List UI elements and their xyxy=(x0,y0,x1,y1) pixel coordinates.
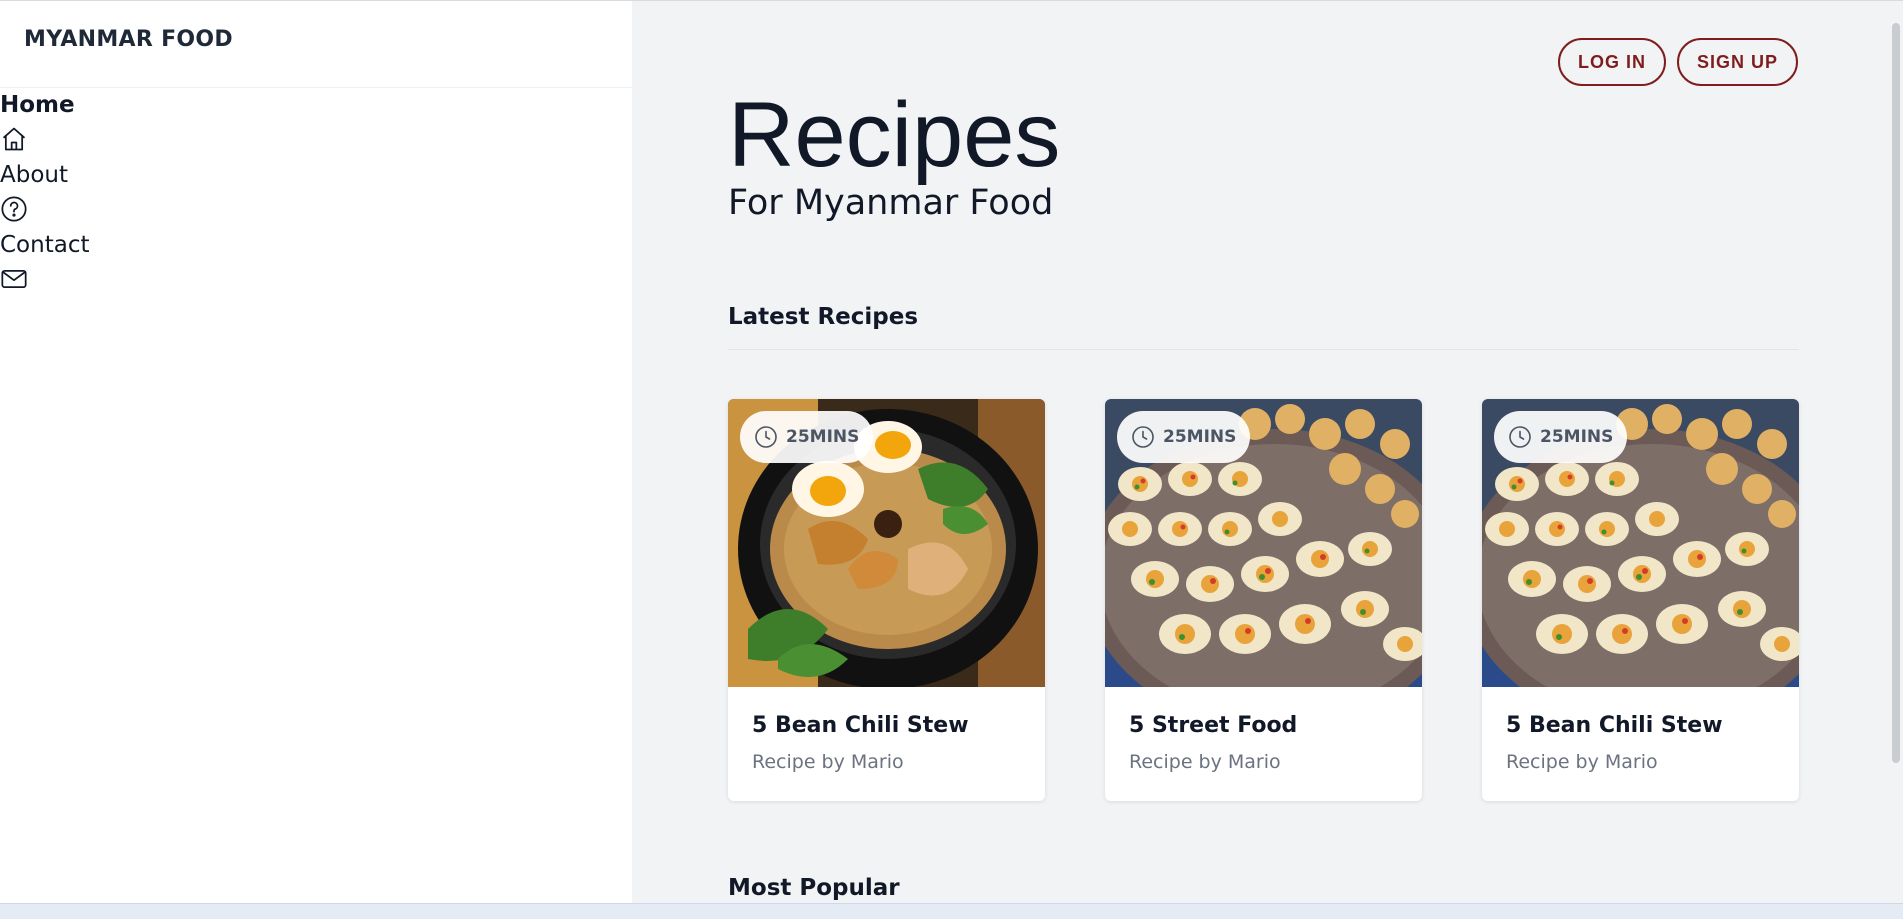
help-circle-icon xyxy=(0,195,30,229)
sidebar-item-label: Contact xyxy=(0,232,90,258)
recipe-title[interactable]: 5 Bean Chili Stew xyxy=(752,713,969,738)
most-popular-heading: Most Popular xyxy=(728,875,900,901)
recipe-image-street-food[interactable]: 25MINS xyxy=(1105,399,1422,687)
sidebar-divider xyxy=(0,87,632,88)
sidebar-item-contact[interactable]: Contact xyxy=(0,229,89,299)
clock-icon xyxy=(1131,425,1155,449)
page: MYANMAR FOOD Home About Contact LOG IN S… xyxy=(0,0,1903,919)
cook-time-badge: 25MINS xyxy=(740,411,874,463)
signup-button[interactable]: SIGN UP xyxy=(1677,38,1798,86)
cook-time-badge: 25MINS xyxy=(1494,411,1628,463)
latest-recipes-heading: Latest Recipes xyxy=(728,304,919,330)
recipe-author: Recipe by Mario xyxy=(1129,751,1281,773)
sidebar: MYANMAR FOOD Home About Contact xyxy=(0,1,632,903)
sidebar-item-home[interactable]: Home xyxy=(0,89,89,159)
login-button[interactable]: LOG IN xyxy=(1558,38,1666,86)
home-icon xyxy=(0,125,30,159)
recipe-author: Recipe by Mario xyxy=(752,751,904,773)
mail-icon xyxy=(0,265,30,299)
recipe-card[interactable]: 25MINS 5 Bean Chili Stew Recipe by Mario xyxy=(728,399,1045,801)
clock-icon xyxy=(754,425,778,449)
recipe-title[interactable]: 5 Bean Chili Stew xyxy=(1506,713,1723,738)
scrollbar-thumb[interactable] xyxy=(1892,23,1900,763)
recipe-image-street-food[interactable]: 25MINS xyxy=(1482,399,1799,687)
sidebar-nav: Home About Contact xyxy=(0,89,89,299)
brand-logo-text[interactable]: MYANMAR FOOD xyxy=(24,27,233,52)
cook-time-text: 25MINS xyxy=(1540,427,1614,447)
sidebar-item-about[interactable]: About xyxy=(0,159,89,229)
cook-time-text: 25MINS xyxy=(1163,427,1237,447)
recipe-image-noodle-soup[interactable]: 25MINS xyxy=(728,399,1045,687)
sidebar-item-label: Home xyxy=(0,92,75,118)
recipe-card[interactable]: 25MINS 5 Bean Chili Stew Recipe by Mario xyxy=(1482,399,1799,801)
sidebar-item-label: About xyxy=(0,162,69,188)
section-divider xyxy=(728,349,1799,350)
os-taskbar xyxy=(0,903,1903,919)
cook-time-badge: 25MINS xyxy=(1117,411,1251,463)
main-content: LOG IN SIGN UP Recipes For Myanmar Food … xyxy=(632,1,1903,904)
clock-icon xyxy=(1508,425,1532,449)
recipe-author: Recipe by Mario xyxy=(1506,751,1658,773)
vertical-scrollbar[interactable] xyxy=(1889,1,1903,904)
recipe-card[interactable]: 25MINS 5 Street Food Recipe by Mario xyxy=(1105,399,1422,801)
recipe-title[interactable]: 5 Street Food xyxy=(1129,713,1297,738)
page-subtitle: For Myanmar Food xyxy=(728,183,1054,223)
cook-time-text: 25MINS xyxy=(786,427,860,447)
page-title: Recipes xyxy=(728,84,1061,186)
